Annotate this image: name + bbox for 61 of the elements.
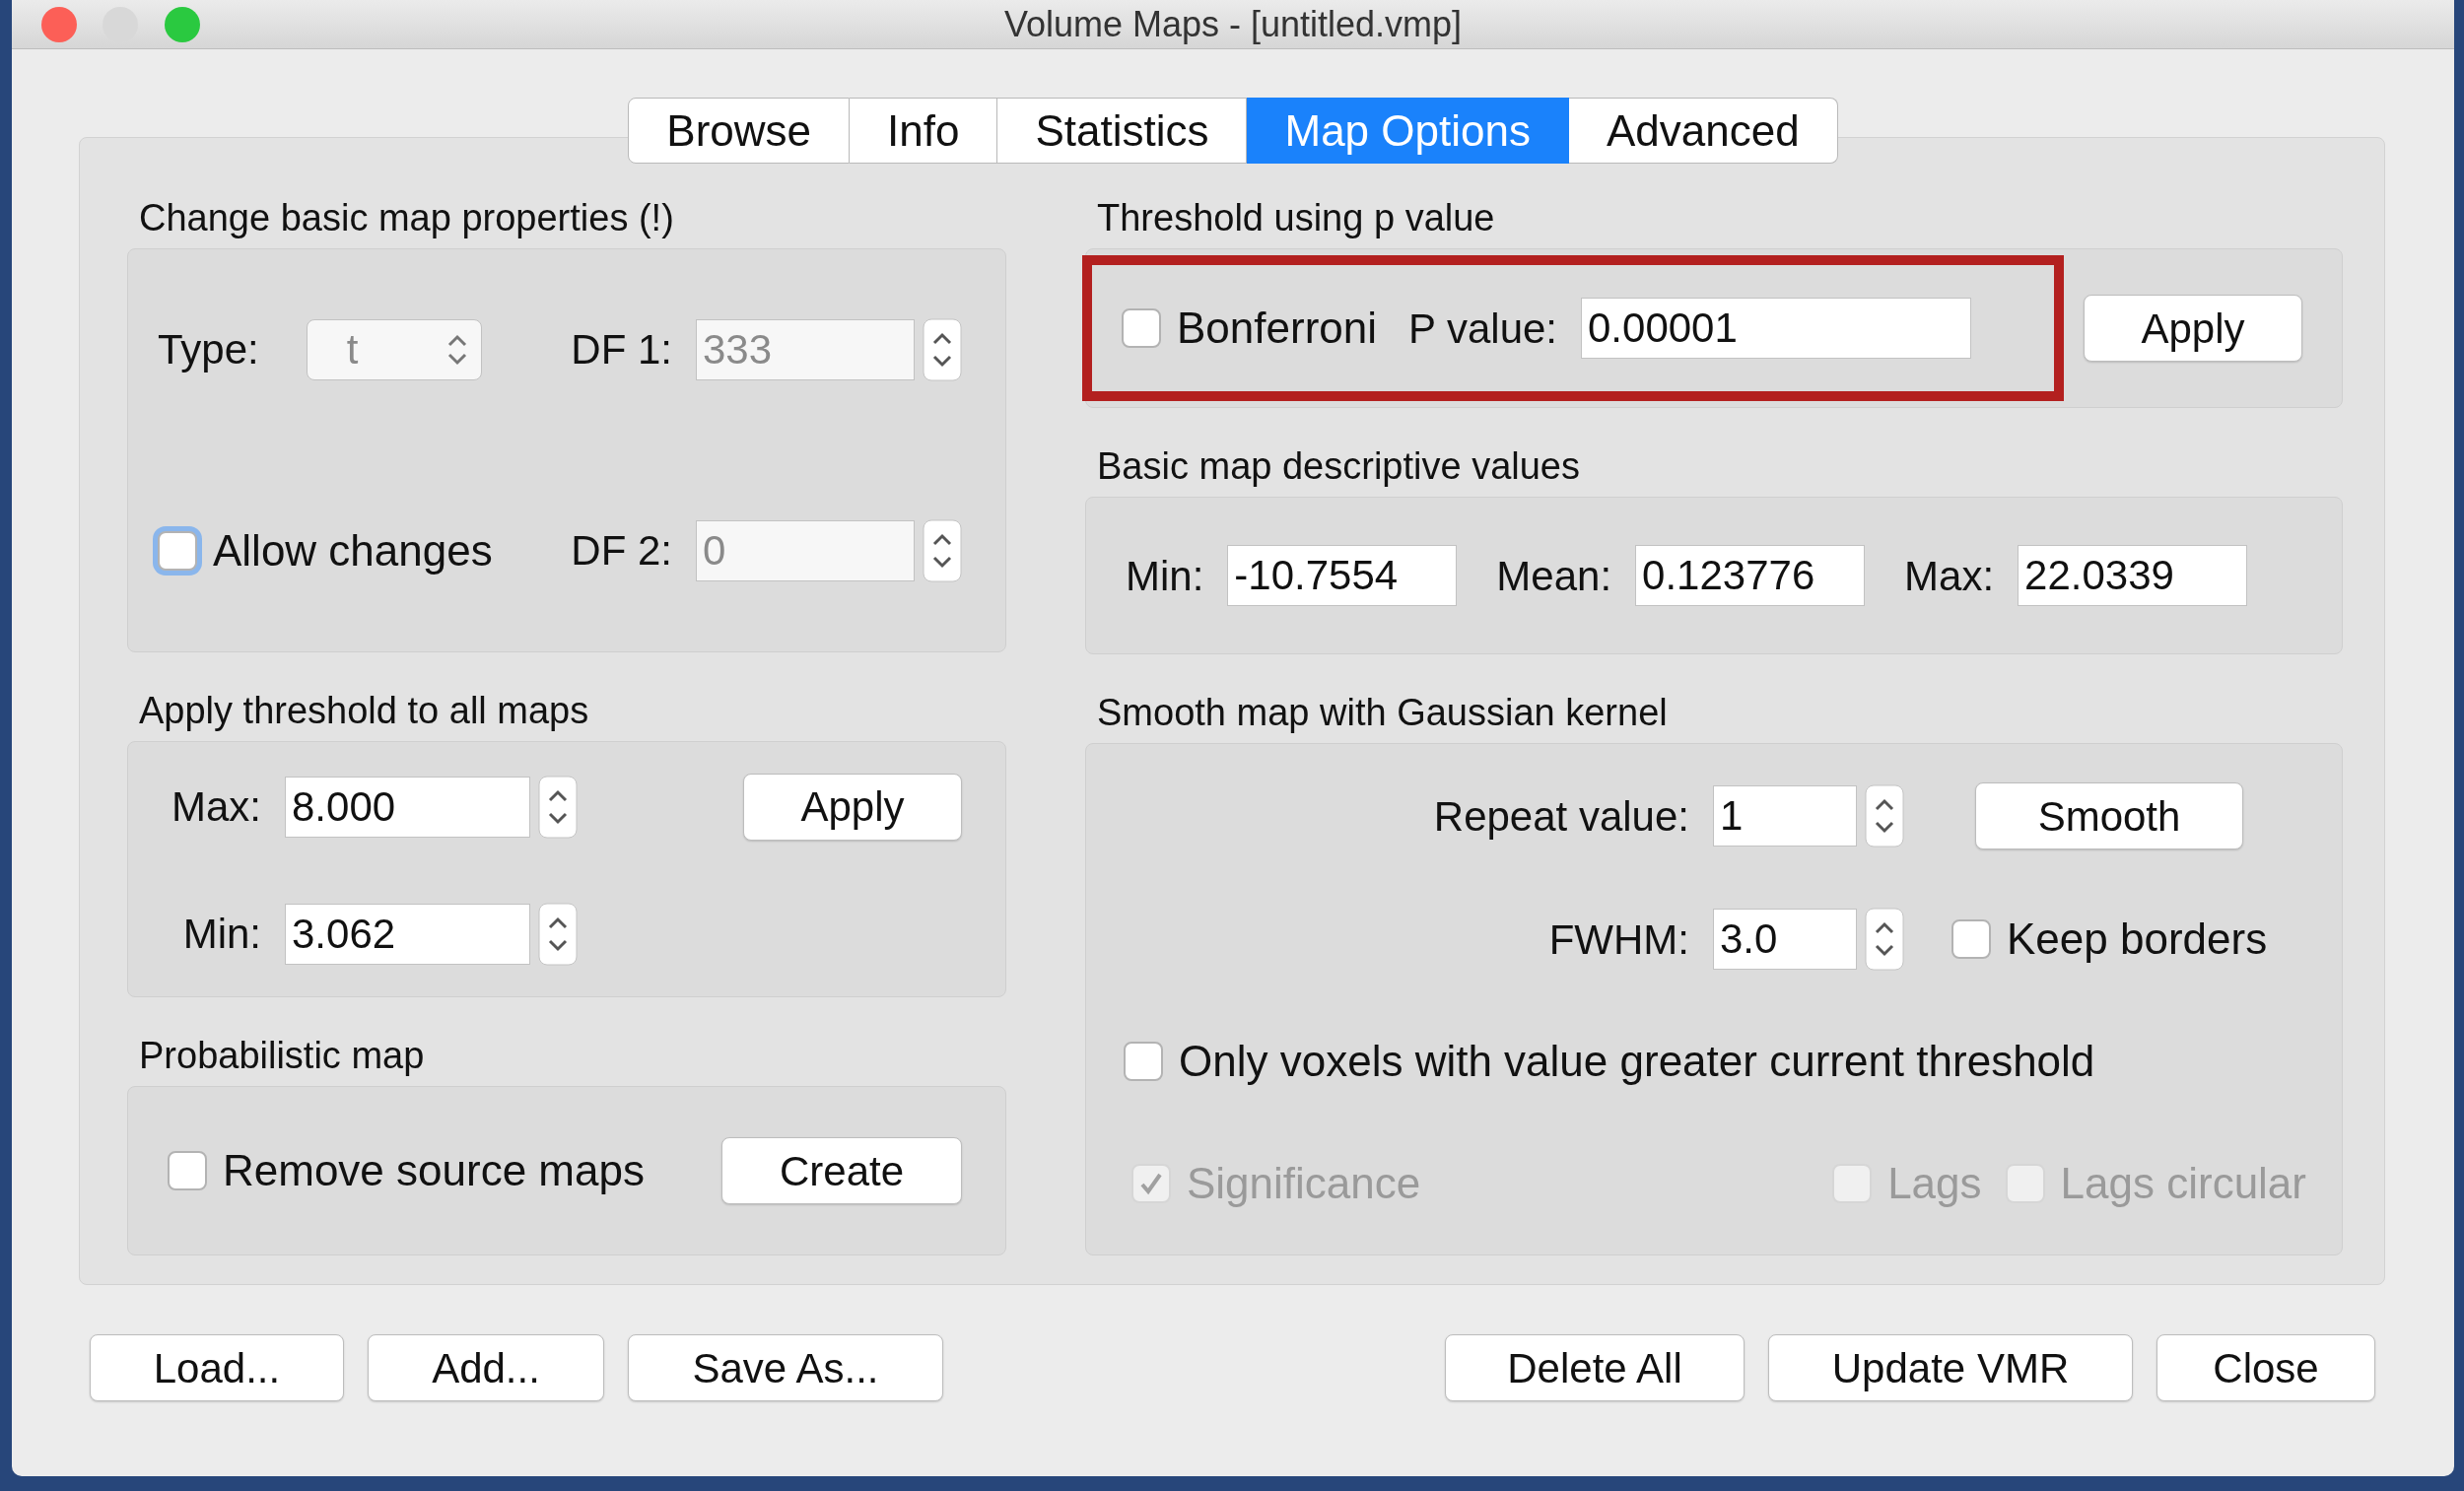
field-label: P value: [1408, 304, 1557, 354]
field-label: Mean: [1496, 551, 1612, 601]
tab[interactable]: Statistics [997, 98, 1248, 164]
stepper[interactable] [1865, 784, 1904, 847]
tab[interactable]: Info [850, 98, 998, 164]
checkbox-label: Significance [1187, 1158, 1421, 1209]
window-button[interactable] [41, 7, 77, 42]
checkbox[interactable] [168, 1151, 207, 1190]
window-title: Volume Maps - [untitled.vmp] [1003, 4, 1463, 44]
input-field[interactable]: 3.062 [285, 903, 530, 965]
tab[interactable]: Advanced [1568, 98, 1838, 164]
field-label: Min: [181, 910, 261, 959]
section-title: Apply threshold to all maps [138, 689, 590, 733]
field-label: Repeat value: [1432, 791, 1689, 842]
checkbox[interactable] [1122, 308, 1161, 348]
create-button[interactable]: Create [721, 1137, 962, 1204]
stepper[interactable] [538, 775, 578, 839]
apply-button[interactable]: Apply [743, 773, 962, 841]
dialog-button[interactable]: Save As... [628, 1334, 943, 1401]
dialog-button[interactable]: Load... [90, 1334, 344, 1401]
checkbox-label: Lags circular [2060, 1158, 2306, 1209]
checkbox[interactable] [1951, 919, 1991, 959]
section-title: Smooth map with Gaussian kernel [1096, 691, 1669, 735]
field-label: DF 1: [571, 325, 672, 374]
input-field[interactable]: 1 [1713, 785, 1857, 847]
field-label: Min: [1126, 551, 1204, 601]
stepper[interactable] [1865, 908, 1904, 971]
checkbox-label: Only voxels with value greater current threshold [1179, 1036, 2095, 1087]
section-title: Probabilistic map [138, 1034, 426, 1078]
checkbox-label: Allow changes [213, 524, 493, 576]
input-field[interactable]: 3.0 [1713, 909, 1857, 970]
input-field[interactable]: 8.000 [285, 776, 530, 838]
tab[interactable]: Browse [628, 98, 851, 164]
stepper[interactable] [923, 518, 962, 582]
stepper[interactable] [923, 317, 962, 381]
checkbox-label: Lags [1887, 1158, 1982, 1209]
value-field[interactable]: -10.7554 [1227, 545, 1458, 606]
field-label: DF 2: [571, 526, 672, 576]
checkbox-label: Bonferroni [1177, 303, 1377, 354]
checkbox[interactable] [1124, 1042, 1163, 1081]
field-label: Type: [158, 325, 259, 374]
value-field[interactable]: 22.0339 [2018, 545, 2248, 606]
input-field[interactable]: 0.00001 [1581, 298, 1971, 359]
tab[interactable]: Map Options [1247, 98, 1569, 164]
apply-button[interactable]: Apply [2084, 295, 2302, 362]
dialog-button[interactable]: Update VMR [1768, 1334, 2133, 1401]
section-title: Change basic map properties (!) [138, 196, 675, 240]
section-title: Threshold using p value [1096, 196, 1496, 240]
field-label: FWHM: [1547, 915, 1689, 965]
dialog-button[interactable]: Add... [368, 1334, 604, 1401]
dialog-button[interactable]: Delete All [1445, 1334, 1745, 1401]
stepper[interactable] [538, 902, 578, 966]
checkbox-label: Keep borders [2007, 914, 2268, 965]
window-button[interactable] [165, 7, 200, 42]
value-field[interactable]: 0.123776 [1635, 545, 1866, 606]
field-label: Max: [171, 782, 261, 832]
section-title: Basic map descriptive values [1096, 444, 1581, 489]
checkbox-label: Remove source maps [223, 1145, 645, 1196]
smooth-button[interactable]: Smooth [1975, 782, 2243, 849]
field-label: Max: [1904, 551, 1995, 601]
dialog-button[interactable]: Close [2156, 1334, 2375, 1401]
